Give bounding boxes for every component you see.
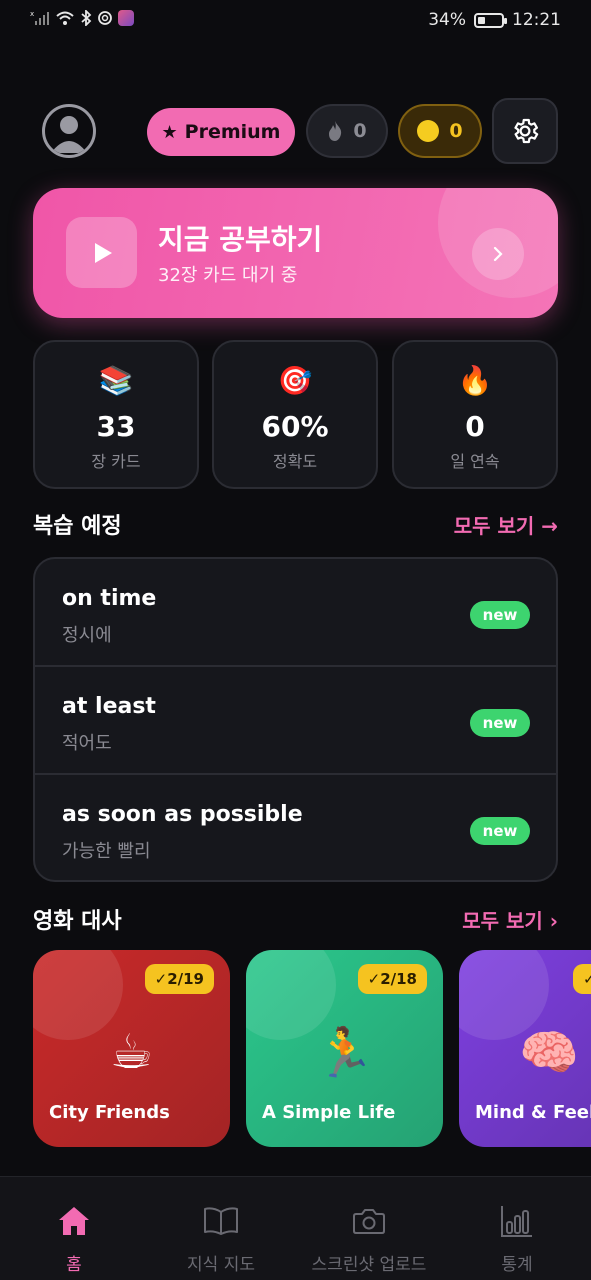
movie-card-mind-feelings[interactable]: ✓ 🧠 Mind & Feelings <box>459 950 591 1147</box>
wifi-icon <box>56 11 74 25</box>
book-icon <box>204 1207 238 1235</box>
stat-value: 33 <box>96 410 136 443</box>
status-icons-right: 34% 12:21 <box>428 10 561 30</box>
battery-icon <box>474 12 507 28</box>
runner-icon: 🏃 <box>314 1025 375 1081</box>
review-list: on time 정시에 new at least 적어도 new as soon… <box>33 557 558 882</box>
signal-icon: x <box>30 10 49 25</box>
progress-badge: ✓ <box>573 964 591 994</box>
study-title: 지금 공부하기 <box>158 223 323 256</box>
premium-label: Premium <box>184 121 281 143</box>
game-app-icon <box>118 10 134 26</box>
meaning: 적어도 <box>62 733 112 754</box>
nav-label: 통계 <box>501 1255 533 1275</box>
svg-text:x: x <box>30 10 34 18</box>
user-avatar-icon[interactable] <box>42 104 96 158</box>
home-icon <box>59 1207 89 1235</box>
stat-streak[interactable]: 🔥 0 일 연속 <box>392 340 558 489</box>
nav-screenshot-upload[interactable]: 스크린샷 업로드 <box>304 1177 434 1280</box>
movie-section-title: 영화 대사 <box>33 909 122 934</box>
word: on time <box>62 586 157 611</box>
new-badge: new <box>470 601 530 629</box>
movie-card-city-friends[interactable]: ✓2/19 ☕ City Friends <box>33 950 230 1147</box>
target-icon: 🎯 <box>277 364 313 397</box>
status-icons-left: x <box>30 10 134 26</box>
play-icon <box>94 242 112 263</box>
stat-cards[interactable]: 📚 33 장 카드 <box>33 340 199 489</box>
movie-card-a-simple-life[interactable]: ✓2/18 🏃 A Simple Life <box>246 950 443 1147</box>
streak-count: 0 <box>353 120 367 142</box>
new-badge: new <box>470 709 530 737</box>
books-icon: 📚 <box>98 364 134 397</box>
fire-icon: 🔥 <box>457 364 493 397</box>
openai-icon <box>98 11 112 25</box>
bluetooth-icon <box>81 10 92 26</box>
study-now-card[interactable]: 지금 공부하기 32장 카드 대기 중 <box>33 188 558 318</box>
bottom-nav: 홈 지식 지도 스크린샷 업로드 통계 <box>0 1176 591 1280</box>
word: at least <box>62 694 156 719</box>
movie-see-all-link[interactable]: 모두 보기 › <box>462 905 558 934</box>
movie-title: Mind & Feelings <box>475 1102 591 1123</box>
coin-count: 0 <box>449 120 463 142</box>
brain-icon: 🧠 <box>519 1025 579 1081</box>
camera-icon <box>353 1209 385 1234</box>
study-subtitle: 32장 카드 대기 중 <box>158 265 298 286</box>
new-badge: new <box>470 817 530 845</box>
review-see-all-link[interactable]: 모두 보기 → <box>454 510 558 539</box>
progress-badge: ✓2/19 <box>144 964 214 994</box>
battery-percent: 34% <box>428 10 466 30</box>
nav-label: 홈 <box>66 1255 82 1275</box>
flame-icon <box>329 121 342 141</box>
meaning: 가능한 빨리 <box>62 841 151 862</box>
list-item[interactable]: at least 적어도 new <box>35 667 556 775</box>
coin-pill[interactable]: 0 <box>398 104 482 158</box>
nav-knowledge-map[interactable]: 지식 지도 <box>171 1177 271 1280</box>
nav-home[interactable]: 홈 <box>34 1177 114 1280</box>
movie-title: A Simple Life <box>262 1102 396 1123</box>
list-item[interactable]: on time 정시에 new <box>35 559 556 667</box>
study-arrow-button[interactable] <box>472 228 524 280</box>
chevron-right-icon <box>493 246 503 262</box>
progress-badge: ✓2/18 <box>357 964 427 994</box>
settings-button[interactable] <box>492 98 558 164</box>
premium-button[interactable]: ★ Premium <box>147 108 295 156</box>
stat-label: 정확도 <box>272 452 318 471</box>
streak-pill[interactable]: 0 <box>306 104 388 158</box>
stat-label: 장 카드 <box>91 452 141 471</box>
stat-value: 0 <box>465 410 485 443</box>
list-item[interactable]: as soon as possible 가능한 빨리 new <box>35 775 556 880</box>
coffee-icon: ☕ <box>109 1024 154 1080</box>
stat-value: 60% <box>261 410 329 443</box>
gear-icon <box>514 118 539 144</box>
nav-label: 스크린샷 업로드 <box>311 1255 427 1275</box>
status-bar: x 34% 12:21 <box>0 0 591 42</box>
nav-stats[interactable]: 통계 <box>477 1177 557 1280</box>
battery-level <box>478 16 485 24</box>
movie-title: City Friends <box>49 1102 170 1123</box>
word: as soon as possible <box>62 802 303 827</box>
play-button[interactable] <box>66 217 137 288</box>
coin-icon <box>417 120 440 142</box>
nav-label: 지식 지도 <box>187 1255 255 1275</box>
star-icon: ★ <box>161 121 178 143</box>
stat-accuracy[interactable]: 🎯 60% 정확도 <box>212 340 378 489</box>
clock: 12:21 <box>512 10 561 30</box>
stat-label: 일 연속 <box>450 452 500 471</box>
meaning: 정시에 <box>62 625 112 646</box>
review-section-title: 복습 예정 <box>33 514 122 539</box>
bar-chart-icon <box>501 1206 532 1237</box>
